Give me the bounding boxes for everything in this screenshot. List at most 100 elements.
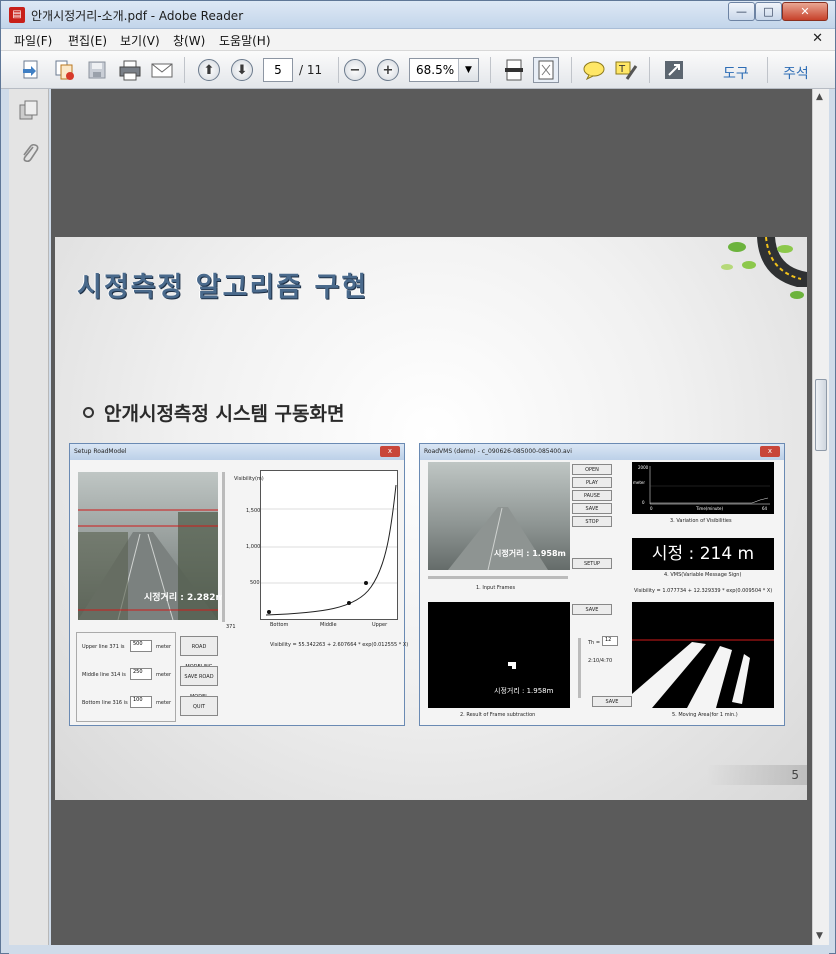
right-formula: Visibility = 1.077734 + 12.329339 * exp(… bbox=[634, 588, 773, 594]
y-tick: 500 bbox=[250, 580, 260, 586]
screenshot-caption: RoadVMS (demo) - c_090626-085000-085400.… bbox=[420, 444, 784, 460]
circle-bullet-icon bbox=[83, 407, 94, 418]
time-readout: 2:10/4:70 bbox=[588, 658, 613, 664]
scrollbar-thumb[interactable] bbox=[815, 379, 827, 451]
setup-button[interactable]: SETUP bbox=[572, 558, 612, 569]
menu-help[interactable]: 도움말(H) bbox=[219, 32, 271, 49]
bottom-line-label: Bottom line 316 is bbox=[82, 700, 128, 706]
threshold-input[interactable]: 12 bbox=[602, 636, 618, 646]
threshold-label: Th = bbox=[588, 640, 601, 646]
save-button[interactable]: SAVE bbox=[592, 696, 632, 707]
scrolling-mode-icon[interactable] bbox=[501, 57, 527, 83]
toolbar-separator bbox=[767, 57, 768, 83]
road-modeling-button[interactable]: ROAD MODELING bbox=[180, 636, 218, 670]
slider-value: 371 bbox=[226, 624, 236, 630]
road-camera-frame: 시정거리 : 2.282m bbox=[78, 472, 225, 620]
label-moving-area: 5. Moving Area(for 1 min.) bbox=[672, 712, 738, 718]
chevron-down-icon[interactable]: ▼ bbox=[458, 59, 478, 81]
stop-button[interactable]: STOP bbox=[572, 516, 612, 527]
upper-line-label: Upper line 371 is bbox=[82, 644, 125, 650]
x-tick: Middle bbox=[320, 622, 337, 628]
zoom-select[interactable]: 68.5% ▼ bbox=[409, 58, 479, 82]
chart-y-label: meter bbox=[633, 480, 646, 485]
toolbar-separator bbox=[571, 57, 572, 83]
menu-view[interactable]: 보기(V) bbox=[120, 32, 160, 49]
close-document-icon[interactable]: ✕ bbox=[812, 31, 823, 46]
bullet-text: 안개시정측정 시스템 구동화면 bbox=[104, 403, 345, 425]
frame-slider[interactable] bbox=[428, 576, 568, 579]
screenshot-caption: Setup RoadModel bbox=[70, 444, 404, 460]
combine-files-icon[interactable] bbox=[51, 57, 77, 83]
scroll-down-icon[interactable]: ▼ bbox=[816, 931, 823, 941]
setup-roadmodel-screenshot: Setup RoadModel x 시정거리 : 2.282m 371 Visi… bbox=[69, 443, 409, 726]
quit-button[interactable]: QUIT bbox=[180, 696, 218, 716]
middle-line-unit: meter bbox=[156, 672, 172, 678]
upper-line-unit: meter bbox=[156, 644, 172, 650]
next-page-button[interactable]: ⬇ bbox=[229, 57, 255, 83]
vms-text: 시정 : 214 m bbox=[651, 544, 755, 564]
chart-y-min: 0 bbox=[642, 500, 645, 505]
pdf-page: 시정측정 알고리즘 구현 안개시정측정 시스템 구동화면 Setup RoadM… bbox=[55, 237, 807, 800]
road-leaf-decoration bbox=[721, 237, 807, 299]
arrow-down-icon: ⬇ bbox=[231, 59, 253, 81]
zoom-in-button[interactable]: + bbox=[375, 57, 401, 83]
left-formula: Visibility = 55.342263 + 2.607664 * exp(… bbox=[270, 642, 409, 648]
roadvms-screenshot: RoadVMS (demo) - c_090626-085000-085400.… bbox=[419, 443, 785, 726]
save-road-model-button[interactable]: SAVE ROAD MODEL bbox=[180, 666, 218, 700]
previous-page-button[interactable]: ⬆ bbox=[196, 57, 222, 83]
close-button[interactable]: ✕ bbox=[782, 2, 828, 21]
menu-edit[interactable]: 편집(E) bbox=[68, 32, 107, 49]
zoom-value: 68.5% bbox=[416, 63, 455, 77]
pause-button[interactable]: PAUSE bbox=[572, 490, 612, 501]
vertical-scrollbar[interactable]: ▲ ▼ bbox=[812, 89, 829, 945]
menu-window[interactable]: 창(W) bbox=[173, 32, 205, 49]
full-screen-icon[interactable] bbox=[661, 57, 687, 83]
attachment-icon[interactable] bbox=[18, 141, 40, 163]
page-number-input[interactable]: 5 bbox=[263, 58, 293, 82]
slide-page-number: 5 bbox=[707, 765, 807, 785]
close-icon: x bbox=[380, 446, 400, 457]
upper-line-input[interactable]: 500 bbox=[130, 640, 152, 652]
toolbar-separator bbox=[490, 57, 491, 83]
create-pdf-icon[interactable] bbox=[18, 57, 44, 83]
threshold-slider[interactable] bbox=[578, 638, 581, 698]
print-icon[interactable] bbox=[117, 57, 143, 83]
bottom-line-unit: meter bbox=[156, 700, 172, 706]
title-bar: ▤ 안개시정거리-소개.pdf - Adobe Reader — □ ✕ bbox=[1, 1, 835, 29]
bottom-line-input[interactable]: 100 bbox=[130, 696, 152, 708]
save-icon[interactable] bbox=[84, 57, 110, 83]
label-vms: 4. VMS(Variable Message Sign) bbox=[664, 572, 742, 578]
zoom-out-button[interactable]: − bbox=[342, 57, 368, 83]
plus-icon: + bbox=[377, 59, 399, 81]
svg-text:T: T bbox=[618, 64, 626, 75]
visibility-overlay: 시정거리 : 1.958m bbox=[494, 549, 566, 558]
fit-page-icon[interactable] bbox=[533, 57, 559, 83]
highlight-text-icon[interactable]: T bbox=[613, 57, 639, 83]
visibility-overlay: 시정거리 : 2.282m bbox=[144, 593, 225, 603]
toolbar-separator bbox=[184, 57, 185, 83]
road-model-plot bbox=[260, 470, 398, 620]
vertical-slider[interactable] bbox=[222, 472, 225, 622]
save-button[interactable]: SAVE bbox=[572, 503, 612, 514]
scroll-up-icon[interactable]: ▲ bbox=[816, 92, 823, 102]
window-bottom-border bbox=[9, 945, 829, 954]
moving-area-view bbox=[632, 602, 774, 708]
comment-button[interactable]: 주석 bbox=[783, 63, 809, 83]
tools-button[interactable]: 도구 bbox=[723, 63, 749, 83]
arrow-up-icon: ⬆ bbox=[198, 59, 220, 81]
save-button[interactable]: SAVE bbox=[572, 604, 612, 615]
x-tick: Bottom bbox=[270, 622, 289, 628]
maximize-button[interactable]: □ bbox=[755, 2, 782, 21]
pages-icon[interactable] bbox=[18, 99, 40, 121]
menu-file[interactable]: 파일(F) bbox=[14, 32, 52, 49]
open-button[interactable]: OPEN bbox=[572, 464, 612, 475]
minimize-button[interactable]: — bbox=[728, 2, 755, 21]
email-icon[interactable] bbox=[149, 57, 175, 83]
middle-line-input[interactable]: 250 bbox=[130, 668, 152, 680]
navigation-pane bbox=[9, 89, 49, 945]
play-button[interactable]: PLAY bbox=[572, 477, 612, 488]
bullet-point: 안개시정측정 시스템 구동화면 bbox=[83, 399, 344, 426]
sticky-note-icon[interactable] bbox=[581, 57, 607, 83]
label-input-frames: 1. Input Frames bbox=[476, 585, 516, 591]
frame-subtraction-view: 시정거리 : 1.958m bbox=[428, 602, 570, 708]
